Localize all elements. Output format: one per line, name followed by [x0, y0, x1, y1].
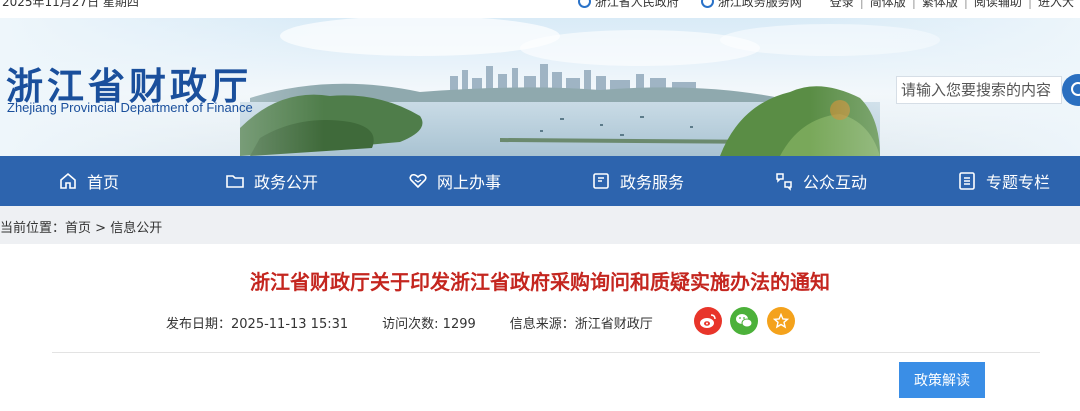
current-date: 2025年11月27日 星期四 — [2, 0, 139, 9]
nav-item-special-topics-label: 专题专栏 — [986, 173, 1051, 192]
site-logo-subtitle: Zhejiang Provincial Department of Financ… — [7, 100, 253, 115]
top-bar: 2025年11月27日 星期四 浙江省人民政府 浙江政务服务网 登录 | 简体版… — [0, 0, 1080, 18]
search-box[interactable] — [896, 76, 1062, 104]
nav-item-public-interaction-label: 公众互动 — [803, 173, 868, 192]
favorite-button[interactable] — [767, 307, 795, 335]
weibo-icon — [694, 307, 722, 335]
header-banner: 浙江省财政厅 Zhejiang Provincial Department of… — [0, 18, 1080, 156]
folder-icon — [226, 175, 244, 188]
nav-item-online-services-label: 网上办事 — [437, 173, 502, 192]
top-links: 浙江省人民政府 浙江政务服务网 登录 | 简体版 | 繁体版 | 阅读辅助 | … — [577, 0, 1080, 10]
enter-large-link[interactable]: 进入大 — [1032, 0, 1080, 10]
article-meta: 发布日期：2025-11-13 15:31 访问次数: 1299 信息来源：浙江… — [166, 313, 653, 332]
link-zj-gov-label: 浙江省人民政府 — [594, 0, 679, 9]
reading-aid-link[interactable]: 阅读辅助 — [968, 0, 1028, 10]
nav-item-public-interaction[interactable]: 公众互动 — [774, 156, 867, 206]
visit-count: 访问次数: 1299 — [382, 317, 476, 332]
favorite-icon — [767, 307, 795, 335]
simplified-link[interactable]: 简体版 — [864, 0, 912, 10]
breadcrumb-current-link[interactable]: 信息公开 — [110, 221, 162, 236]
article-title: 浙江省财政厅关于印发浙江省政府采购询问和质疑实施办法的通知 — [250, 270, 830, 294]
policy-interpretation-button[interactable]: 政策解读 — [899, 362, 985, 398]
wechat-icon — [730, 307, 758, 335]
interaction-icon — [776, 173, 792, 191]
list-doc-icon — [959, 172, 975, 190]
globe-icon — [577, 0, 591, 8]
traditional-link[interactable]: 繁体版 — [916, 0, 964, 10]
nav-item-home[interactable]: 首页 — [58, 156, 119, 206]
service-doc-icon — [593, 173, 609, 189]
link-zj-gov[interactable]: 浙江省人民政府 — [577, 0, 679, 10]
nav-item-home-label: 首页 — [87, 173, 120, 192]
main-nav: 首页 政务公开 网上办事 政务服务 公众互动 专题专栏 — [0, 156, 1080, 206]
publish-date: 发布日期：2025-11-13 15:31 — [166, 317, 349, 332]
home-icon — [60, 172, 76, 189]
nav-item-gov-services-label: 政务服务 — [620, 173, 685, 192]
link-zj-service[interactable]: 浙江政务服务网 — [700, 0, 802, 10]
nav-item-special-topics[interactable]: 专题专栏 — [957, 156, 1050, 206]
handshake-icon — [409, 173, 427, 189]
nav-item-gov-affairs-label: 政务公开 — [254, 173, 319, 192]
info-source: 信息来源：浙江省财政厅 — [509, 317, 653, 332]
login-link[interactable]: 登录 — [824, 0, 860, 10]
service-icon — [700, 0, 714, 8]
breadcrumb-separator: > — [91, 221, 111, 236]
weibo-share-button[interactable] — [694, 307, 722, 335]
breadcrumb-prefix: 当前位置： — [0, 221, 66, 236]
nav-item-online-services[interactable]: 网上办事 — [408, 156, 501, 206]
nav-item-gov-affairs[interactable]: 政务公开 — [225, 156, 318, 206]
search-input[interactable] — [897, 77, 1061, 103]
wechat-share-button[interactable] — [730, 307, 758, 335]
nav-item-gov-services[interactable]: 政务服务 — [591, 156, 684, 206]
link-zj-service-label: 浙江政务服务网 — [717, 0, 802, 9]
breadcrumb: 当前位置：首页 > 信息公开 — [0, 206, 1080, 244]
meta-divider — [52, 352, 1040, 353]
breadcrumb-home-link[interactable]: 首页 — [65, 221, 91, 236]
